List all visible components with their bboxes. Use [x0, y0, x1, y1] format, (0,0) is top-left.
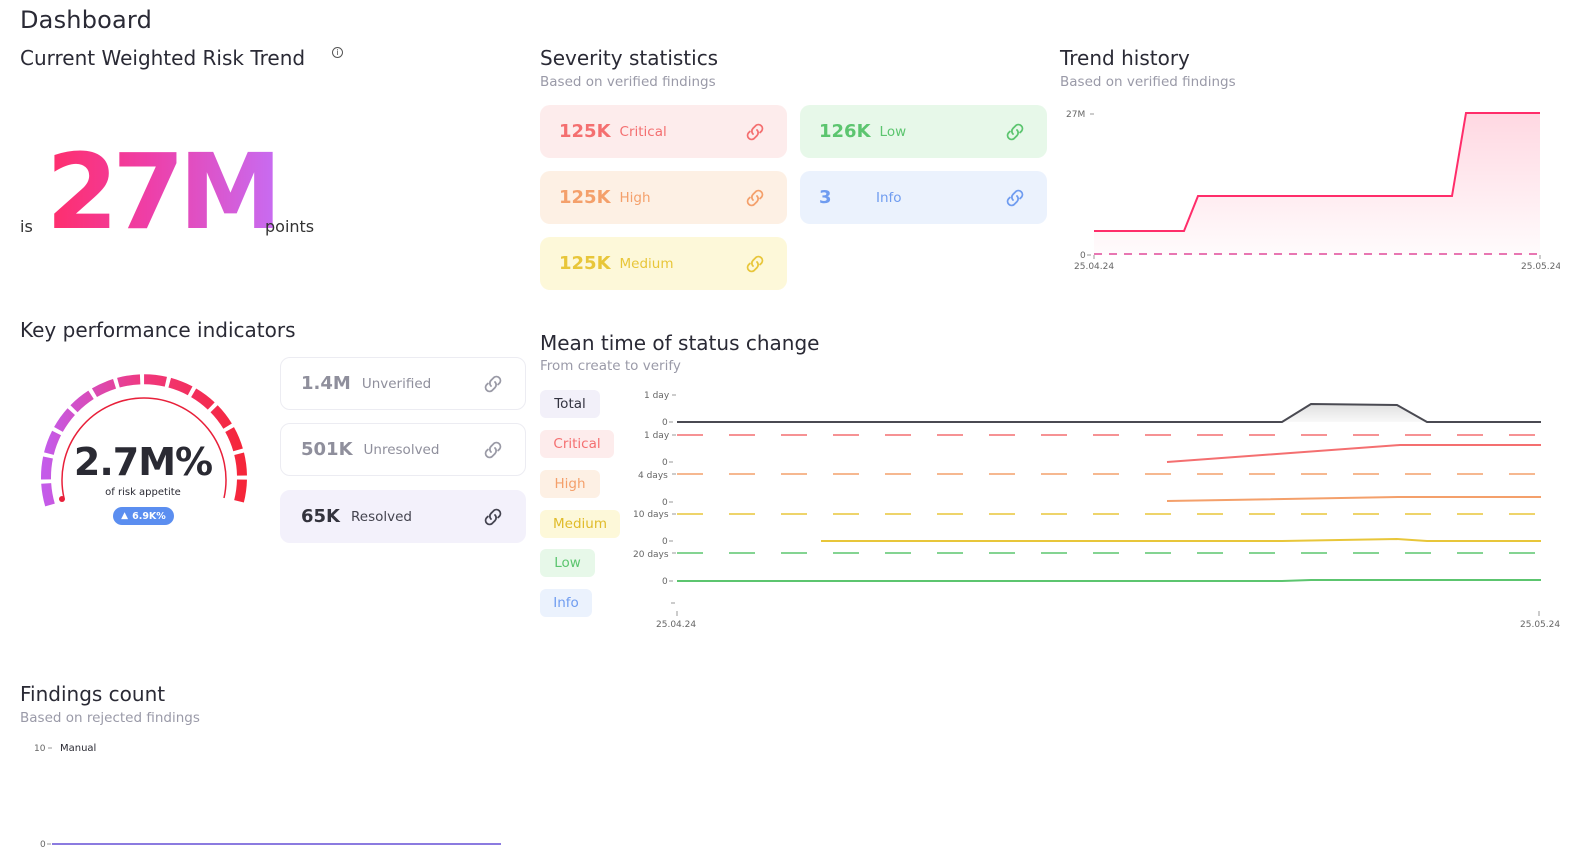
- trend-history-title: Trend history: [1060, 46, 1190, 70]
- y-tick-bottom: 0: [1080, 251, 1086, 261]
- severity-label: Medium: [619, 255, 674, 272]
- pill-medium[interactable]: Medium: [540, 510, 620, 538]
- findings-subtitle: Based on rejected findings: [20, 710, 200, 726]
- y-tick-label: 4 days: [638, 471, 668, 481]
- kpi-title: Key performance indicators: [20, 318, 296, 342]
- link-icon[interactable]: [1003, 120, 1027, 144]
- trend-history-subtitle: Based on verified findings: [1060, 74, 1236, 90]
- link-icon[interactable]: [481, 372, 505, 396]
- severity-label: Low: [879, 123, 907, 140]
- kpi-label: Unverified: [361, 375, 432, 392]
- pill-total[interactable]: Total: [540, 390, 600, 418]
- severity-label: High: [619, 189, 651, 206]
- risk-trend-title: Current Weighted Risk Trend: [20, 46, 306, 70]
- mean-time-subtitle: From create to verify: [540, 358, 681, 374]
- y-tick-top: 10: [34, 744, 46, 754]
- severity-title: Severity statistics: [540, 46, 719, 70]
- risk-value: 27M: [46, 131, 282, 253]
- severity-label: Info: [876, 189, 902, 206]
- page-title: Dashboard: [20, 6, 153, 34]
- info-icon[interactable]: i: [332, 47, 343, 58]
- severity-value: 126K: [819, 121, 871, 142]
- link-icon[interactable]: [743, 120, 767, 144]
- risk-prefix: is: [20, 217, 33, 236]
- findings-title: Findings count: [20, 682, 166, 706]
- pill-low[interactable]: Low: [540, 549, 595, 577]
- severity-card-medium[interactable]: 125K Medium: [540, 237, 787, 290]
- severity-card-high[interactable]: 125K High: [540, 171, 787, 224]
- total-area: [1282, 404, 1427, 422]
- link-icon[interactable]: [743, 252, 767, 276]
- kpi-value: 501K: [301, 439, 353, 460]
- kpi-label: Unresolved: [363, 441, 440, 458]
- risk-suffix: points: [265, 217, 315, 236]
- link-icon[interactable]: [481, 438, 505, 462]
- trend-area: [1094, 113, 1540, 255]
- gauge-marker: [59, 496, 65, 502]
- y-tick-label: 1 day: [644, 431, 670, 441]
- low-line: [677, 579, 1541, 582]
- severity-value: 3: [819, 187, 832, 208]
- y-tick-bottom: 0: [40, 840, 46, 850]
- high-line: [1166, 496, 1541, 502]
- kpi-label: Resolved: [351, 508, 412, 525]
- link-icon[interactable]: [481, 505, 505, 529]
- y-tick-label: 10 days: [633, 510, 669, 520]
- x-tick-start: 25.04.24: [656, 620, 696, 630]
- kpi-card-resolved[interactable]: 65K Resolved: [280, 490, 526, 543]
- arrow-up-icon: ▲: [121, 511, 129, 521]
- medium-line: [821, 537, 1541, 542]
- y-tick-zero: 0: [662, 418, 668, 428]
- severity-card-critical[interactable]: 125K Critical: [540, 105, 787, 158]
- gauge-value: 2.7M%: [73, 440, 213, 484]
- x-tick-end: 25.05.24: [1521, 262, 1560, 272]
- pill-info[interactable]: Info: [540, 589, 592, 617]
- x-tick-start: 25.04.24: [1074, 262, 1114, 272]
- pill-critical[interactable]: Critical: [540, 430, 614, 458]
- mean-time-title: Mean time of status change: [540, 331, 820, 355]
- severity-card-low[interactable]: 126K Low: [800, 105, 1047, 158]
- x-tick-end: 25.05.24: [1520, 620, 1560, 630]
- gauge-badge-value: 6.9K%: [132, 510, 166, 522]
- y-tick-label: 20 days: [633, 550, 669, 560]
- pill-high[interactable]: High: [540, 470, 600, 498]
- severity-label: Critical: [619, 123, 667, 140]
- y-tick-label: 1 day: [644, 391, 670, 401]
- severity-value: 125K: [559, 121, 611, 142]
- critical-line: [1166, 444, 1541, 463]
- link-icon[interactable]: [1003, 186, 1027, 210]
- kpi-value: 1.4M: [301, 373, 351, 394]
- findings-chart: 10 Manual 0: [34, 743, 501, 850]
- gauge-change-badge: ▲ 6.9K%: [113, 507, 174, 525]
- kpi-card-unverified[interactable]: 1.4M Unverified: [280, 357, 526, 410]
- kpi-card-unresolved[interactable]: 501K Unresolved: [280, 423, 526, 476]
- severity-value: 125K: [559, 253, 611, 274]
- trend-history-chart: 27M 0 25.04.24 25.05.24: [1066, 110, 1560, 272]
- y-tick-zero: 0: [662, 458, 668, 468]
- y-tick-zero: 0: [662, 537, 668, 547]
- y-tick-zero: 0: [662, 498, 668, 508]
- y-tick-zero: 0: [662, 577, 668, 587]
- link-icon[interactable]: [743, 186, 767, 210]
- severity-subtitle: Based on verified findings: [540, 74, 716, 90]
- series-label-manual: Manual: [60, 743, 96, 754]
- severity-card-info[interactable]: 3 Info: [800, 171, 1047, 224]
- y-tick-top: 27M: [1066, 110, 1085, 120]
- severity-value: 125K: [559, 187, 611, 208]
- gauge-caption: of risk appetite: [105, 487, 181, 498]
- kpi-value: 65K: [301, 506, 340, 527]
- mean-time-chart: 1 day 0 1 day 0 4 days 0 10 days 0 20 da…: [633, 391, 1560, 630]
